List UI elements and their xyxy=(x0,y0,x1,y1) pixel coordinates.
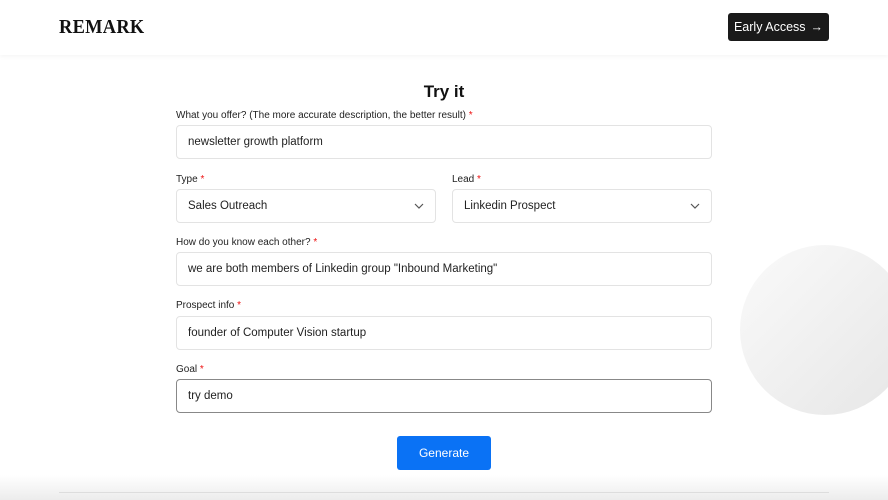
early-access-button[interactable]: Early Access → xyxy=(728,13,829,41)
prospect-input[interactable]: founder of Computer Vision startup xyxy=(176,316,712,350)
offer-input[interactable]: newsletter growth platform xyxy=(176,125,712,159)
type-select[interactable]: Sales Outreach xyxy=(176,189,436,223)
lead-label: Lead * xyxy=(452,174,481,185)
chevron-down-icon xyxy=(690,203,700,209)
type-value: Sales Outreach xyxy=(188,200,268,212)
goal-input[interactable]: try demo xyxy=(176,379,712,413)
chevron-down-icon xyxy=(414,203,424,209)
goal-label: Goal * xyxy=(176,364,204,375)
relation-input[interactable]: we are both members of Linkedin group "I… xyxy=(176,252,712,286)
early-access-label: Early Access xyxy=(733,20,806,34)
offer-label: What you offer? (The more accurate descr… xyxy=(176,110,473,121)
footer xyxy=(0,475,888,500)
form-title: Try it xyxy=(423,82,465,101)
arrow-right-icon: → xyxy=(810,20,824,34)
lead-select[interactable]: Linkedin Prospect xyxy=(452,189,712,223)
prospect-label: Prospect info * xyxy=(176,300,242,311)
logo[interactable]: REMARK xyxy=(59,16,144,39)
header: REMARK Early Access → xyxy=(0,0,888,55)
relation-label: How do you know each other? * xyxy=(176,237,318,248)
lead-value: Linkedin Prospect xyxy=(464,200,556,212)
generate-button[interactable]: Generate xyxy=(397,436,491,470)
type-label: Type * xyxy=(176,174,205,185)
divider xyxy=(59,492,829,493)
